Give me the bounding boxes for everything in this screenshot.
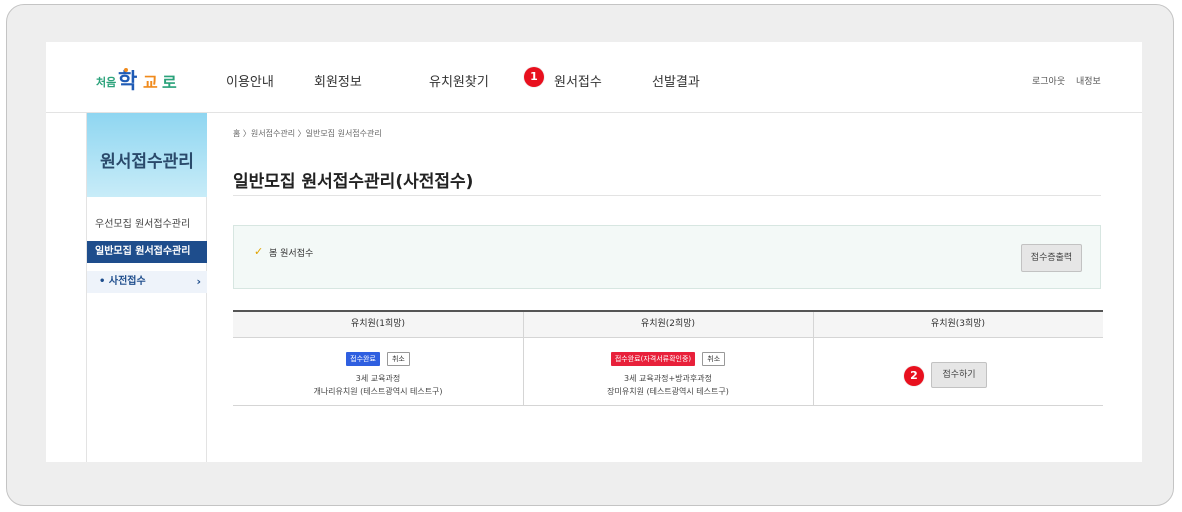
course-text: 3세 교육과정 (355, 374, 401, 383)
status-badge: 접수완료(자격서류확인중) (610, 351, 696, 366)
chevron-right-icon: › (196, 275, 201, 288)
check-icon: ✓ (254, 245, 264, 258)
sidebar: 원서접수관리 우선모집 원서접수관리 일반모집 원서접수관리 • 사전접수 › (86, 113, 207, 462)
header: 처음 학 교 로 이용안내 회원정보 유치원찾기 1 원서접수 선발결과 로그아… (46, 42, 1142, 113)
table-cell-choice-2: 접수완료(자격서류확인중) 취소 3세 교육과정+방과후과정 장미유치원 (테스… (523, 348, 813, 397)
nav-item-guide[interactable]: 이용안내 (226, 71, 274, 90)
svg-text:학: 학 (118, 69, 137, 93)
sidebar-item-general[interactable]: 일반모집 원서접수관리 (87, 241, 207, 263)
sidebar-title-box: 원서접수관리 (87, 113, 207, 197)
kindergarten-text: 개나리유치원 (테스트광역시 테스트구) (313, 387, 443, 396)
table-cell-choice-1: 접수완료 취소 3세 교육과정 개나리유치원 (테스트광역시 테스트구) (233, 348, 523, 397)
application-table: 유치원(1희망) 유치원(2희망) 유치원(3희망) 접수완료 취소 3세 교육… (233, 310, 1103, 406)
myinfo-link[interactable]: 내정보 (1076, 74, 1101, 87)
kindergarten-text: 장미유치원 (테스트광역시 테스트구) (607, 387, 729, 396)
title-divider (233, 195, 1101, 196)
table-header-choice-1: 유치원(1희망) (350, 319, 406, 329)
step-badge-1: 1 (524, 67, 544, 87)
notice-box: ✓ 봄 원서접수 접수증출력 (233, 225, 1101, 289)
step-badge-2: 2 (904, 366, 924, 386)
table-header-row: 유치원(1희망) 유치원(2희망) 유치원(3희망) (233, 312, 1103, 338)
status-badge: 접수완료 (346, 351, 380, 366)
cancel-button[interactable]: 취소 (386, 351, 410, 366)
course-text: 3세 교육과정+방과후과정 (624, 374, 712, 383)
page-title: 일반모집 원서접수관리(사전접수) (233, 172, 474, 192)
page: 처음 학 교 로 이용안내 회원정보 유치원찾기 1 원서접수 선발결과 로그아… (46, 42, 1142, 462)
sidebar-title: 원서접수관리 (100, 152, 194, 172)
table-header-choice-3: 유치원(3희망) (930, 319, 986, 329)
svg-text:로: 로 (162, 73, 177, 92)
notice-label: 봄 원서접수 (269, 249, 314, 259)
table-header-choice-2: 유치원(2희망) (640, 319, 696, 329)
sidebar-item-pre-application-label: • 사전접수 (99, 276, 146, 287)
column-divider (813, 312, 814, 406)
cancel-button[interactable]: 취소 (702, 351, 726, 366)
svg-text:교: 교 (143, 73, 158, 92)
svg-text:처음: 처음 (96, 75, 116, 89)
logout-link[interactable]: 로그아웃 (1032, 74, 1065, 87)
sidebar-item-pre-application[interactable]: • 사전접수 › (87, 271, 207, 293)
nav-item-result[interactable]: 선발결과 (652, 71, 700, 90)
nav-item-find[interactable]: 유치원찾기 (429, 71, 489, 90)
print-receipt-button[interactable]: 접수증출력 (1021, 244, 1082, 272)
apply-button[interactable]: 접수하기 (931, 362, 987, 388)
breadcrumb: 홈 〉원서접수관리 〉일반모집 원서접수관리 (233, 129, 382, 138)
nav-item-application[interactable]: 원서접수 (554, 71, 602, 90)
sidebar-item-priority[interactable]: 우선모집 원서접수관리 (87, 214, 207, 236)
nav-item-member[interactable]: 회원정보 (314, 71, 362, 90)
logo[interactable]: 처음 학 교 로 (96, 64, 188, 94)
